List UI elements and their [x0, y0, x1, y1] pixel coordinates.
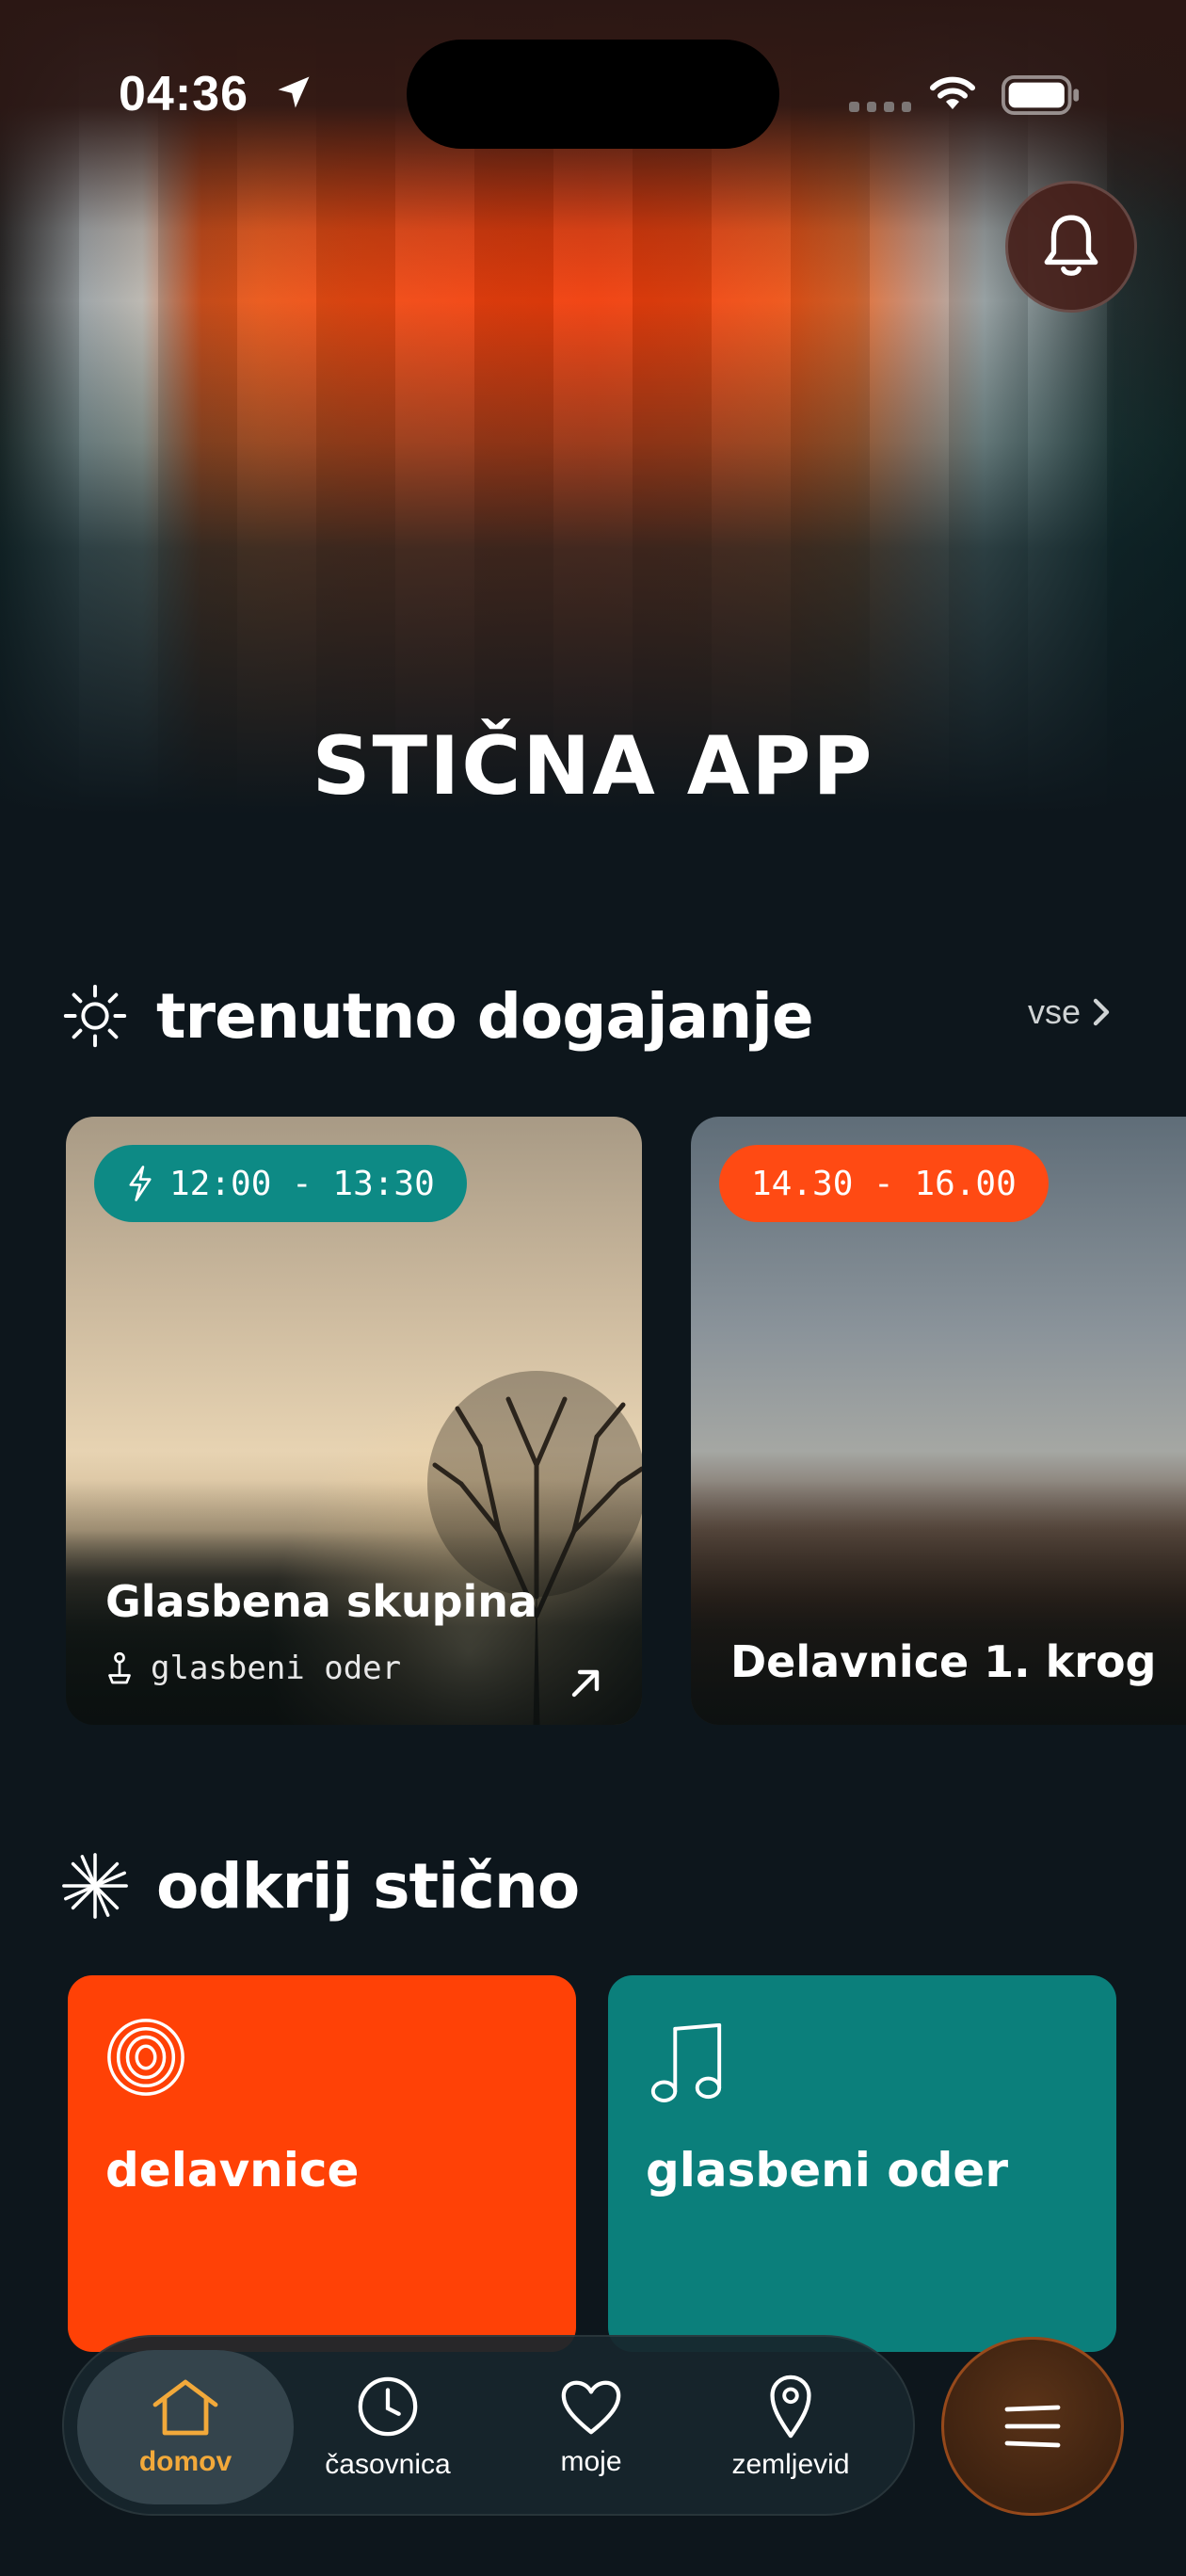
time-badge: 12:00 - 13:30 [94, 1145, 467, 1222]
status-time: 04:36 [119, 67, 248, 121]
lightning-icon [129, 1166, 152, 1201]
nav-label: časovnica [325, 2449, 451, 2480]
battery-icon [1002, 75, 1080, 115]
card-shade [691, 1480, 1186, 1725]
nav-item-map[interactable]: zemljevid [697, 2337, 885, 2518]
joystick-pin-icon [108, 1651, 131, 1684]
nav-item-home[interactable]: domov [77, 2337, 294, 2518]
chevron-right-icon [1093, 998, 1110, 1026]
event-card[interactable]: 14.30 - 16.00 Delavnice 1. krog [691, 1117, 1186, 1725]
sun-icon [63, 984, 127, 1048]
map-pin-icon [770, 2375, 811, 2439]
discover-tile-glasbeni-oder[interactable]: glasbeni oder [608, 1975, 1116, 2352]
home-icon [152, 2379, 218, 2436]
section-title: trenutno dogajanje [156, 979, 814, 1053]
arrow-up-right-icon[interactable] [567, 1665, 604, 1702]
card-location: glasbeni oder [105, 1650, 401, 1687]
clock-icon [358, 2376, 418, 2437]
heart-icon [561, 2380, 621, 2435]
notifications-button[interactable] [1005, 181, 1137, 313]
current-events-header: trenutno dogajanje [58, 979, 814, 1053]
location-arrow-icon [278, 76, 310, 108]
discover-header: odkrij stično [58, 1849, 580, 1923]
nav-label: moje [560, 2446, 622, 2477]
app-title: STIČNA APP [312, 719, 874, 813]
tile-label: glasbeni oder [646, 2143, 1008, 2198]
discover-tile-delavnice[interactable]: delavnice [68, 1975, 576, 2352]
card-title: Glasbena skupina [105, 1576, 538, 1627]
section-title: odkrij stično [156, 1849, 580, 1923]
menu-button[interactable] [941, 2337, 1124, 2516]
dynamic-island [407, 40, 779, 149]
music-note-icon [650, 2022, 722, 2102]
time-label: 12:00 - 13:30 [169, 1164, 435, 1203]
see-all-label: vse [1028, 992, 1082, 1031]
wifi-icon [930, 76, 975, 109]
signal-icon [849, 102, 911, 115]
bell-icon [1044, 215, 1098, 276]
spiral-icon [107, 2019, 184, 2096]
card-title: Delavnice 1. krog [730, 1636, 1157, 1687]
menu-icon [1004, 2405, 1061, 2448]
nav-label: zemljevid [731, 2449, 850, 2480]
time-badge: 14.30 - 16.00 [719, 1145, 1049, 1222]
time-label: 14.30 - 16.00 [751, 1164, 1017, 1203]
event-card[interactable]: 12:00 - 13:30 Glasbena skupina glasbeni … [66, 1117, 642, 1725]
nav-label: domov [138, 2446, 232, 2477]
tile-label: delavnice [105, 2143, 360, 2198]
sparkle-icon [62, 1853, 128, 1919]
nav-item-favorites[interactable]: moje [497, 2337, 685, 2518]
location-label: glasbeni oder [151, 1650, 402, 1687]
bottom-nav: domov časovnica moje zemljevid [62, 2335, 915, 2516]
nav-item-timeline[interactable]: časovnica [294, 2337, 482, 2518]
see-all-link[interactable]: vse [1028, 992, 1111, 1032]
